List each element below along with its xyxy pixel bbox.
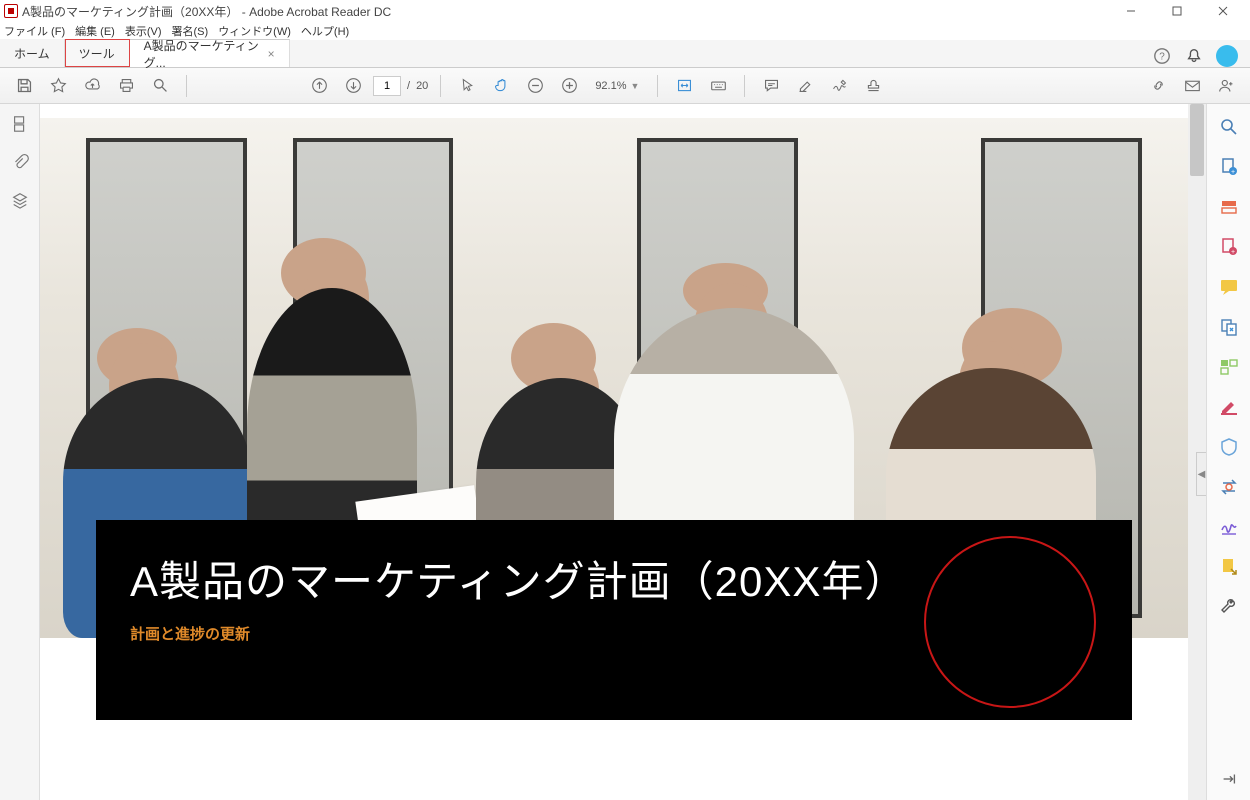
page-up-icon[interactable] [305,72,333,100]
window-title: A製品のマーケティング計画（20XX年） - Adobe Acrobat Rea… [22,3,1108,20]
more-tools-icon[interactable] [1218,596,1240,618]
mail-icon[interactable] [1178,72,1206,100]
export-pdf-icon[interactable]: + [1218,156,1240,178]
menu-file[interactable]: ファイル (F) [4,23,65,39]
stamp-icon[interactable] [859,72,887,100]
tab-tools[interactable]: ツール [65,39,130,67]
create-pdf-icon[interactable] [1218,196,1240,218]
page-down-icon[interactable] [339,72,367,100]
fit-width-icon[interactable] [670,72,698,100]
tab-bar: ホーム ツール A製品のマーケティング... × ? [0,40,1250,68]
menu-help[interactable]: ヘルプ(H) [301,23,349,39]
redact-icon[interactable] [1218,396,1240,418]
document-page: A製品のマーケティング計画（20XX年） 計画と進捗の更新 [40,104,1188,800]
tab-document-label: A製品のマーケティング... [144,37,260,71]
page-sep: / [407,80,410,92]
svg-text:+: + [1230,249,1234,256]
scrollbar-thumb[interactable] [1190,104,1204,176]
close-button[interactable] [1200,0,1246,22]
protect-icon[interactable] [1218,436,1240,458]
layers-icon[interactable] [10,190,30,210]
highlight-icon[interactable] [791,72,819,100]
thumbnails-icon[interactable] [10,114,30,134]
link-icon[interactable] [1144,72,1172,100]
hand-icon[interactable] [487,72,515,100]
search-tool-icon[interactable] [1218,116,1240,138]
title-bar: A製品のマーケティング計画（20XX年） - Adobe Acrobat Rea… [0,0,1250,22]
save-icon[interactable] [10,72,38,100]
zoom-out-icon[interactable] [521,72,549,100]
sticky-note-icon[interactable] [757,72,785,100]
zoom-select[interactable]: 92.1% ▼ [589,80,645,92]
comment-icon[interactable] [1218,276,1240,298]
toolbar: / 20 92.1% ▼ [0,68,1250,104]
cloud-up-icon[interactable] [78,72,106,100]
chevron-down-icon: ▼ [631,81,640,91]
left-sidebar [0,104,40,800]
zoom-in-icon[interactable] [555,72,583,100]
tab-home[interactable]: ホーム [0,39,65,67]
compress-icon[interactable] [1218,476,1240,498]
collapse-panel-icon[interactable] [1218,768,1240,790]
svg-text:?: ? [1159,52,1165,63]
app-icon [4,4,18,18]
search-icon[interactable] [146,72,174,100]
keyboard-icon[interactable] [704,72,732,100]
right-expand-handle[interactable]: ◀ [1196,452,1206,496]
fill-sign-icon[interactable] [1218,516,1240,538]
organize-icon[interactable] [1218,356,1240,378]
avatar[interactable] [1216,45,1238,67]
page-number-input[interactable] [373,76,401,96]
attachments-icon[interactable] [10,152,30,172]
document-viewport[interactable]: A製品のマーケティング計画（20XX年） 計画と進捗の更新 [40,104,1206,800]
annotation-circle [924,536,1096,708]
page-total: 20 [416,80,428,92]
user-plus-icon[interactable] [1212,72,1240,100]
send-icon[interactable] [1218,556,1240,578]
maximize-button[interactable] [1154,0,1200,22]
right-tools-panel: + + [1206,104,1250,800]
minimize-button[interactable] [1108,0,1154,22]
zoom-value: 92.1% [595,80,626,92]
help-icon[interactable]: ? [1152,46,1172,66]
star-icon[interactable] [44,72,72,100]
tab-document[interactable]: A製品のマーケティング... × [130,39,290,67]
svg-text:+: + [1230,169,1234,176]
combine-icon[interactable] [1218,316,1240,338]
pointer-icon[interactable] [453,72,481,100]
print-icon[interactable] [112,72,140,100]
title-banner: A製品のマーケティング計画（20XX年） 計画と進捗の更新 [96,520,1132,720]
menu-edit[interactable]: 編集 (E) [75,23,115,39]
bell-icon[interactable] [1184,46,1204,66]
tab-close-icon[interactable]: × [268,47,275,61]
edit-pdf-icon[interactable]: + [1218,236,1240,258]
signature-icon[interactable] [825,72,853,100]
